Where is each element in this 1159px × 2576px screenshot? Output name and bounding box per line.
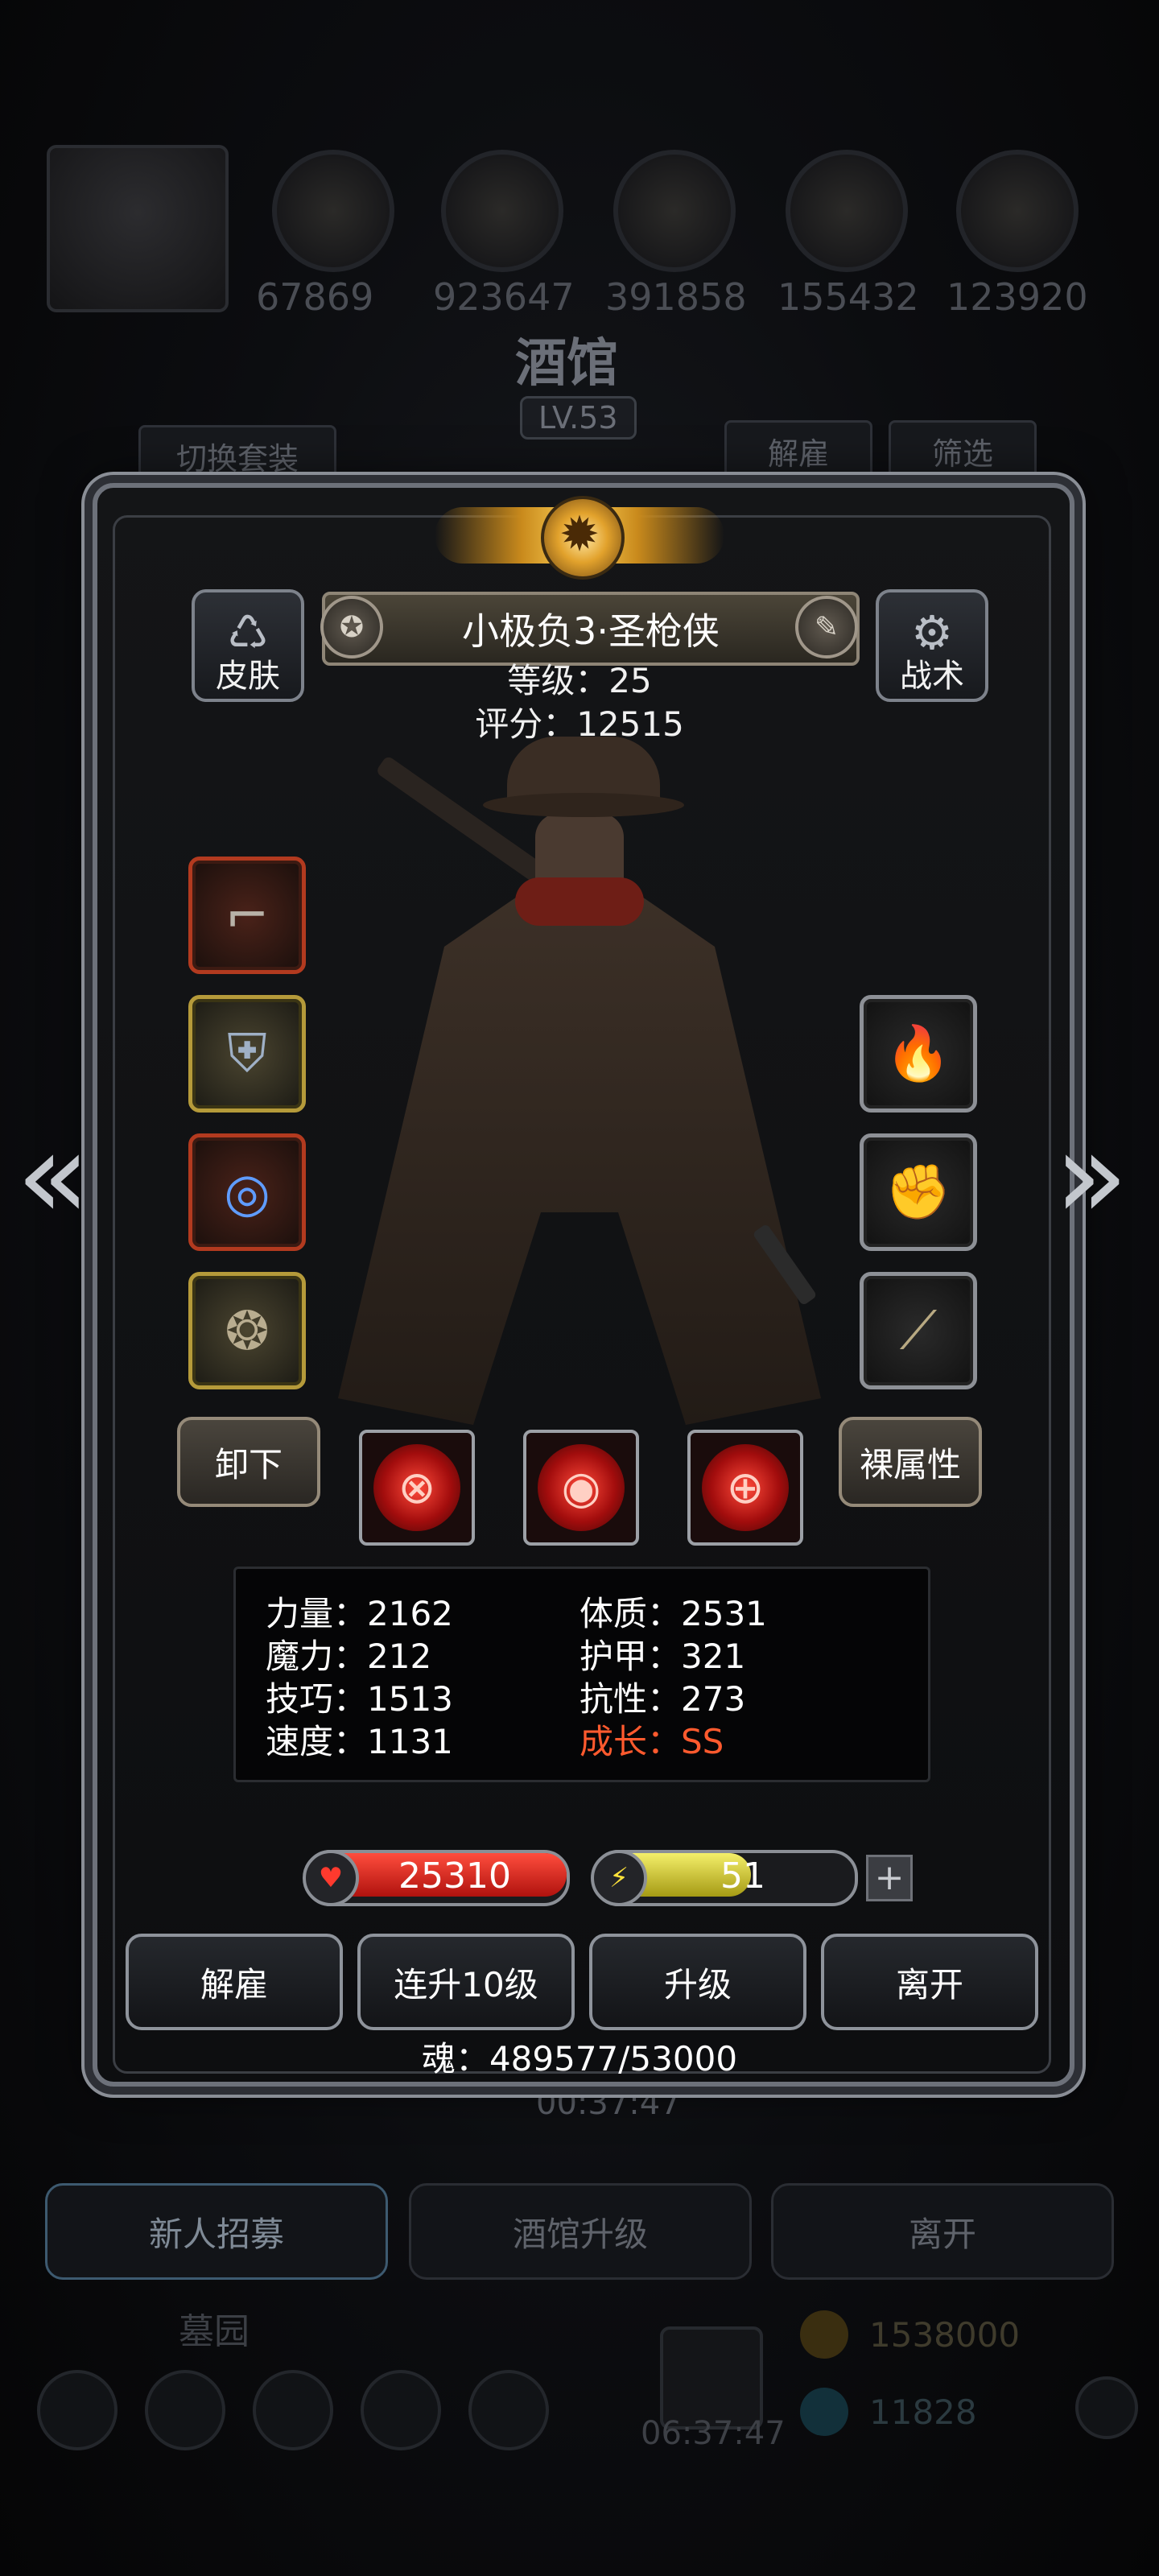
leave-button[interactable]: 离开 bbox=[821, 1934, 1038, 2030]
armor-icon: ⛨ bbox=[227, 1022, 267, 1084]
stat-skill: 技巧：1513 bbox=[266, 1679, 453, 1719]
add-icon[interactable] bbox=[1075, 2376, 1138, 2439]
soul-counter: 魂：489577/53000 bbox=[421, 2039, 738, 2079]
skill-slot-3[interactable]: ⊕ bbox=[687, 1430, 803, 1546]
stat-resistance: 抗性：273 bbox=[580, 1679, 746, 1719]
vortex-skill-icon: ◉ bbox=[538, 1444, 625, 1531]
resource-icon-1 bbox=[272, 150, 394, 272]
tavern-level: LV.53 bbox=[520, 396, 637, 440]
resource-value: 67869 bbox=[256, 275, 374, 319]
fire-rune-icon: 🔥 bbox=[885, 1022, 952, 1084]
stat-speed: 速度：1131 bbox=[266, 1722, 453, 1761]
skill-slot-1[interactable]: ⊗ bbox=[359, 1430, 475, 1546]
gem-amount: 11828 bbox=[869, 2392, 977, 2432]
add-energy-button[interactable]: + bbox=[866, 1855, 913, 1901]
skill-slot-2[interactable]: ◉ bbox=[523, 1430, 639, 1546]
fire-hero-button[interactable]: 解雇 bbox=[126, 1934, 343, 2030]
armor-slot[interactable]: ⛨ bbox=[188, 995, 306, 1113]
ring-slot[interactable]: ❂ bbox=[188, 1272, 306, 1389]
stat-growth: 成长：SS bbox=[580, 1722, 724, 1761]
amulet-slot[interactable]: ◎ bbox=[188, 1133, 306, 1251]
bg-fire-button[interactable]: 解雇 bbox=[724, 420, 872, 481]
pistol-icon: ⌐ bbox=[225, 884, 270, 947]
rune-slot[interactable]: 🔥 bbox=[860, 995, 977, 1113]
hero-name: 小极负3·圣枪侠 bbox=[462, 609, 720, 653]
ring-icon: ❂ bbox=[225, 1299, 270, 1362]
resource-value: 123920 bbox=[947, 275, 1088, 319]
stat-constitution: 体质：2531 bbox=[580, 1594, 767, 1633]
scroll-icon: ⟋ bbox=[899, 1298, 938, 1361]
crosshair-skill-icon: ⊗ bbox=[373, 1444, 460, 1531]
gem-icon bbox=[800, 2388, 848, 2436]
hero-level: 等级：25 bbox=[507, 661, 652, 700]
menu-icon-5[interactable] bbox=[468, 2370, 549, 2450]
gauntlet-icon: ✊ bbox=[885, 1161, 952, 1223]
naked-attributes-button[interactable]: 裸属性 bbox=[839, 1417, 982, 1507]
stats-left-column: 力量：2162 魔力：212 技巧：1513 速度：1131 bbox=[266, 1592, 453, 1763]
leave-tab[interactable]: 离开 bbox=[771, 2183, 1114, 2280]
tavern-upgrade-tab[interactable]: 酒馆升级 bbox=[409, 2183, 752, 2280]
lightning-icon: ⚡ bbox=[591, 1850, 647, 1906]
hero-hat-brim bbox=[483, 793, 684, 817]
menu-icon-1[interactable] bbox=[37, 2370, 118, 2450]
switch-outfit-button[interactable]: 切换套装 bbox=[138, 425, 336, 486]
resource-value: 923647 bbox=[433, 275, 575, 319]
recruit-tab[interactable]: 新人招募 bbox=[45, 2183, 388, 2280]
resource-icon-4 bbox=[786, 150, 908, 272]
stats-right-column: 体质：2531 护甲：321 抗性：273 成长：SS bbox=[580, 1592, 767, 1763]
cemetery-label: 墓园 bbox=[179, 2311, 250, 2352]
leader-portrait bbox=[47, 145, 229, 312]
target-skill-icon: ⊕ bbox=[702, 1444, 789, 1531]
unequip-button[interactable]: 卸下 bbox=[177, 1417, 320, 1507]
stat-armor: 护甲：321 bbox=[580, 1637, 746, 1676]
hero-scarf bbox=[515, 877, 644, 926]
menu-icon-2[interactable] bbox=[145, 2370, 225, 2450]
menu-icon-4[interactable] bbox=[361, 2370, 441, 2450]
resource-icon-2 bbox=[441, 150, 563, 272]
gold-amount: 1538000 bbox=[869, 2315, 1021, 2355]
bg-timer: 00:37:47 bbox=[536, 2085, 681, 2122]
sun-emblem-icon: ✹ bbox=[559, 506, 600, 563]
tavern-title: 酒馆 bbox=[515, 333, 618, 394]
shirt-swap-icon: ♺ bbox=[227, 605, 269, 660]
stat-strength: 力量：2162 bbox=[266, 1594, 453, 1633]
resource-icon-3 bbox=[613, 150, 736, 272]
next-hero-arrow[interactable]: » bbox=[1054, 1116, 1128, 1236]
energy-value: 51 bbox=[720, 1856, 765, 1897]
gear-icon: ⚙ bbox=[911, 605, 953, 660]
medal-icon[interactable]: ✪ bbox=[320, 596, 383, 658]
stat-magic: 魔力：212 bbox=[266, 1637, 432, 1676]
filter-button[interactable]: 筛选 bbox=[889, 420, 1037, 481]
weapon-slot[interactable]: ⌐ bbox=[188, 857, 306, 974]
gift-box-icon[interactable] bbox=[660, 2326, 763, 2429]
heart-icon: ♥ bbox=[303, 1850, 359, 1906]
hp-value: 25310 bbox=[398, 1856, 511, 1897]
resource-value: 391858 bbox=[605, 275, 747, 319]
prev-hero-arrow[interactable]: « bbox=[16, 1116, 90, 1236]
menu-icon-3[interactable] bbox=[253, 2370, 333, 2450]
resource-value: 155432 bbox=[777, 275, 919, 319]
level-up-button[interactable]: 升级 bbox=[589, 1934, 806, 2030]
glove-slot[interactable]: ✊ bbox=[860, 1133, 977, 1251]
gold-coin-icon bbox=[800, 2310, 848, 2359]
gift-timer: 06:37:47 bbox=[641, 2415, 786, 2452]
amulet-icon: ◎ bbox=[224, 1161, 270, 1224]
scroll-slot[interactable]: ⟋ bbox=[860, 1272, 977, 1389]
rename-edit-icon[interactable]: ✎ bbox=[795, 596, 858, 658]
level-up-10-button[interactable]: 连升10级 bbox=[357, 1934, 575, 2030]
resource-icon-5 bbox=[956, 150, 1079, 272]
